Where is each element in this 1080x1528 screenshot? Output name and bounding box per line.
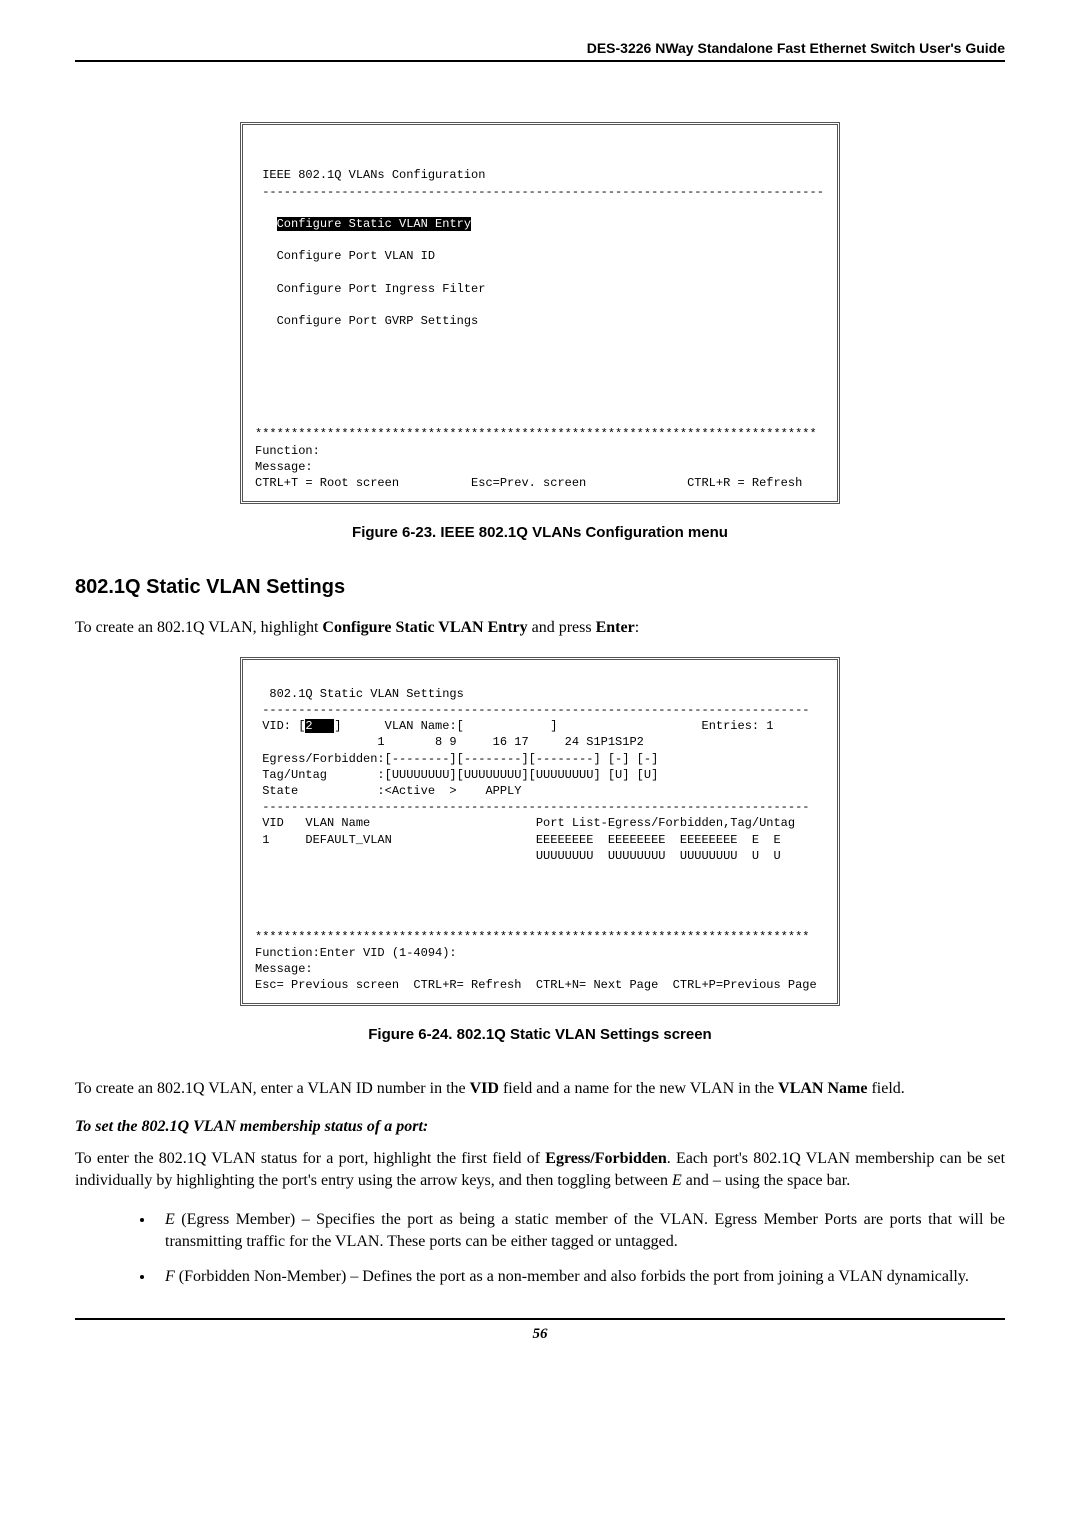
term1-menu-highlight: Configure Static VLAN Entry	[277, 217, 471, 231]
term2-l8: UUUUUUUU UUUUUUUU UUUUUUUU U U	[255, 849, 781, 863]
term1-stars: ****************************************…	[255, 427, 817, 441]
paragraph-3: To enter the 802.1Q VLAN status for a po…	[75, 1148, 1005, 1191]
term2-title: 802.1Q Static VLAN Settings	[255, 687, 464, 701]
term1-rule: ----------------------------------------…	[262, 185, 824, 199]
p1d: Enter	[596, 619, 635, 636]
p2a: To create an 802.1Q VLAN, enter a VLAN I…	[75, 1080, 470, 1097]
term1-msg: Message:	[255, 460, 313, 474]
term2-l3: Egress/Forbidden:[--------][--------][--…	[255, 752, 658, 766]
b2b: (Forbidden Non-Member) – Defines the por…	[175, 1268, 969, 1285]
intro-paragraph-1: To create an 802.1Q VLAN, highlight Conf…	[75, 617, 1005, 639]
p1a: To create an 802.1Q VLAN, highlight	[75, 619, 322, 636]
b1a: E	[165, 1211, 175, 1228]
p3a: To enter the 802.1Q VLAN status for a po…	[75, 1150, 545, 1167]
subheading-italic: To set the 802.1Q VLAN membership status…	[75, 1118, 1005, 1136]
b2a: F	[165, 1268, 175, 1285]
p2c: field and a name for the new VLAN in the	[499, 1080, 778, 1097]
term2-l2: 1 8 9 16 17 24 S1P1S1P2	[255, 735, 644, 749]
term1-menu4: Configure Port GVRP Settings	[277, 314, 479, 328]
bullet-2: F (Forbidden Non-Member) – Defines the p…	[155, 1266, 1005, 1288]
figure-caption-2: Figure 6-24. 802.1Q Static VLAN Settings…	[75, 1026, 1005, 1043]
term2-l4: Tag/Untag :[UUUUUUUU][UUUUUUUU][UUUUUUUU…	[255, 768, 658, 782]
p1b: Configure Static VLAN Entry	[322, 619, 527, 636]
term2-l6: VID VLAN Name Port List-Egress/Forbidden…	[255, 816, 795, 830]
bullet-1: E (Egress Member) – Specifies the port a…	[155, 1209, 1005, 1252]
term2-l5: State :<Active > APPLY	[255, 784, 521, 798]
footer-rule	[75, 1318, 1005, 1320]
page-number: 56	[75, 1326, 1005, 1343]
term1-title: IEEE 802.1Q VLANs Configuration	[262, 168, 485, 182]
term2-l1a: VID: [	[255, 719, 305, 733]
term2-l7: 1 DEFAULT_VLAN EEEEEEEE EEEEEEEE EEEEEEE…	[255, 833, 781, 847]
p3b: Egress/Forbidden	[545, 1150, 667, 1167]
term1-footer: CTRL+T = Root screen Esc=Prev. screen CT…	[255, 476, 802, 490]
p2d: VLAN Name	[778, 1080, 867, 1097]
bullet-list: E (Egress Member) – Specifies the port a…	[75, 1209, 1005, 1288]
term1-menu2: Configure Port VLAN ID	[277, 249, 435, 263]
p2b: VID	[470, 1080, 499, 1097]
term2-msg: Message:	[255, 962, 313, 976]
b1b: (Egress Member) – Specifies the port as …	[165, 1211, 1005, 1250]
term2-footer: Esc= Previous screen CTRL+R= Refresh CTR…	[255, 978, 817, 992]
page-header: DES-3226 NWay Standalone Fast Ethernet S…	[75, 40, 1005, 60]
term2-l1b: ] VLAN Name:[ ] Entries: 1	[334, 719, 773, 733]
term1-menu3: Configure Port Ingress Filter	[277, 282, 486, 296]
term2-l1inv: 2	[305, 719, 334, 733]
p3d: E	[672, 1172, 682, 1189]
term2-rule2: ----------------------------------------…	[255, 800, 810, 814]
section-heading: 802.1Q Static VLAN Settings	[75, 576, 1005, 599]
term2-stars: ****************************************…	[255, 930, 810, 944]
term2-rule: ----------------------------------------…	[255, 703, 810, 717]
terminal-screenshot-1: IEEE 802.1Q VLANs Configuration --------…	[240, 122, 840, 504]
paragraph-2: To create an 802.1Q VLAN, enter a VLAN I…	[75, 1078, 1005, 1100]
p2e: field.	[867, 1080, 904, 1097]
p3e: and – using the space bar.	[682, 1172, 850, 1189]
p1e: :	[635, 619, 639, 636]
p1c: and press	[528, 619, 596, 636]
figure-caption-1: Figure 6-23. IEEE 802.1Q VLANs Configura…	[75, 524, 1005, 541]
term2-func: Function:Enter VID (1-4094):	[255, 946, 457, 960]
header-rule	[75, 60, 1005, 62]
terminal-screenshot-2: 802.1Q Static VLAN Settings ------------…	[240, 657, 840, 1007]
term1-func: Function:	[255, 444, 320, 458]
